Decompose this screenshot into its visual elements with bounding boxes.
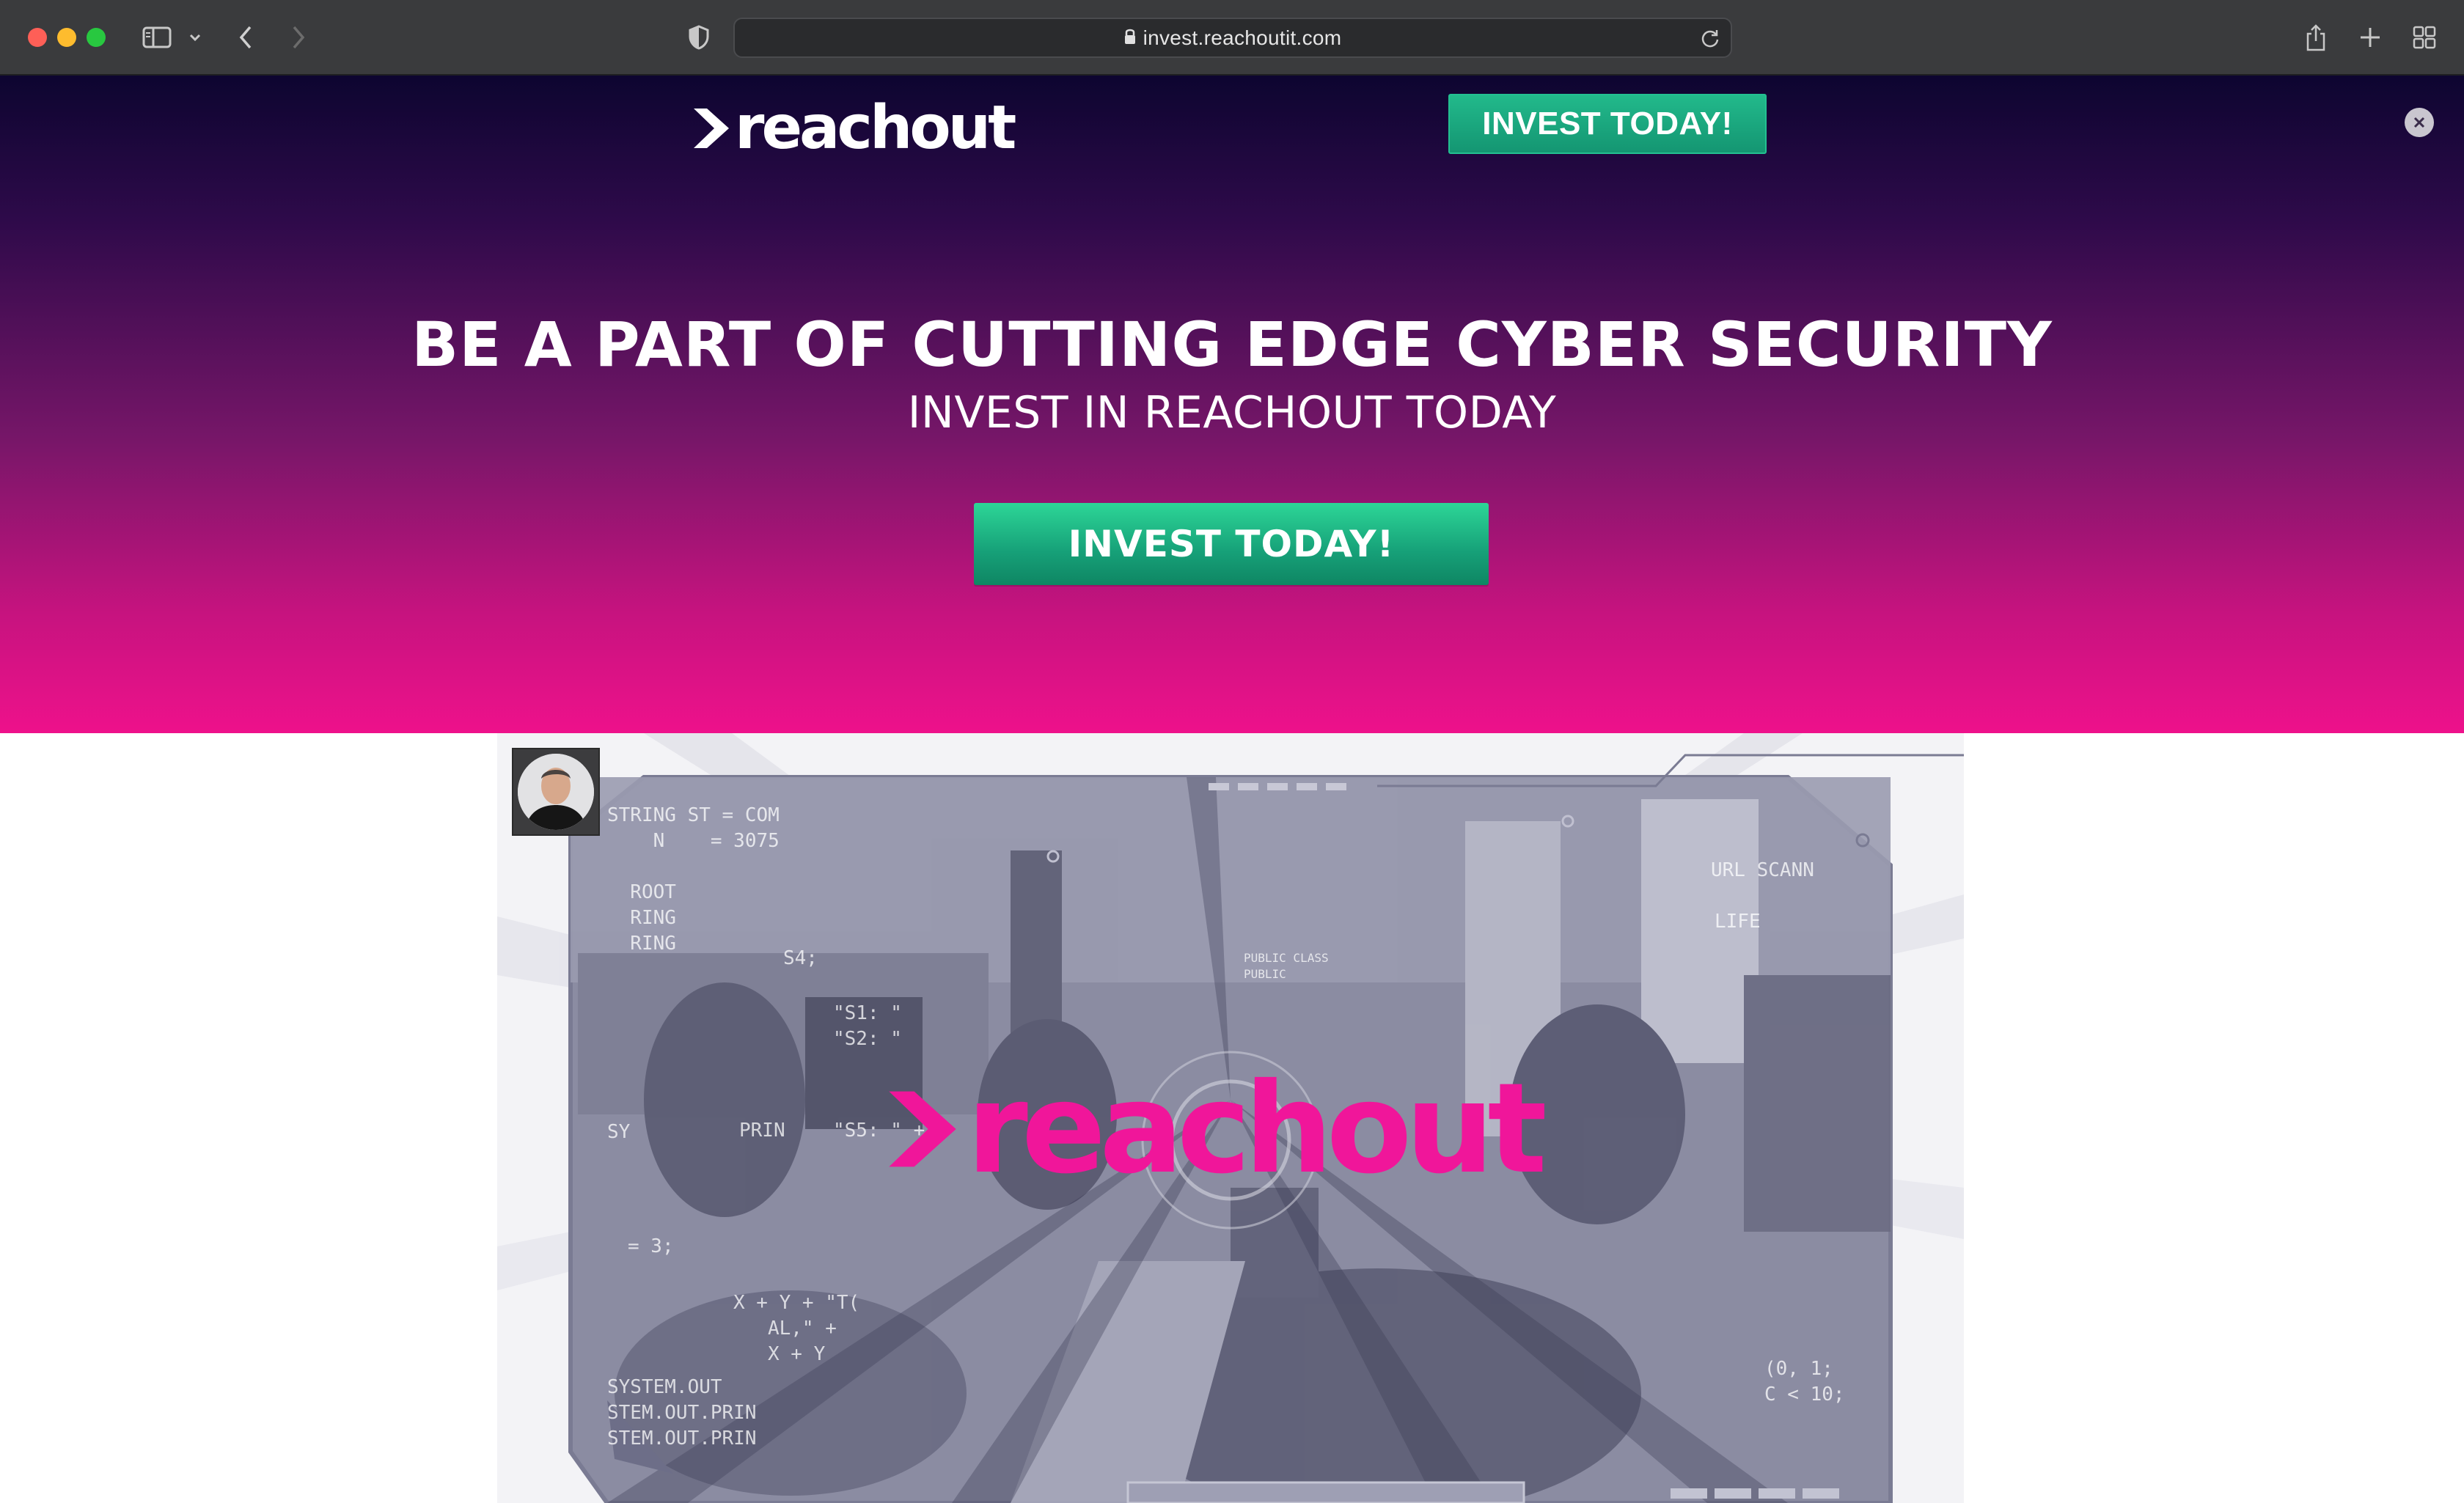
invest-today-header-button[interactable]: INVEST TODAY! xyxy=(1448,94,1767,154)
hero-title: BE A PART OF CUTTING EDGE CYBER SECURITY xyxy=(411,309,2053,381)
hud-code-text: SYSTEM.OUT STEM.OUT.PRIN STEM.OUT.PRIN xyxy=(607,1376,757,1450)
hud-code-text: PUBLIC CLASS PUBLIC xyxy=(1244,951,1329,981)
reachout-logo[interactable]: reachout xyxy=(692,93,1016,163)
address-bar[interactable]: invest.reachoutit.com xyxy=(733,18,1732,58)
presenter-avatar[interactable] xyxy=(512,748,600,836)
shield-icon[interactable] xyxy=(686,19,712,56)
sidebar-toggle-icon[interactable] xyxy=(141,19,173,56)
hud-code-text: SY xyxy=(607,1121,631,1143)
hud-code-text: URL SCANN xyxy=(1711,859,1814,881)
hud-code-text: = 3; xyxy=(628,1235,674,1257)
close-banner-button[interactable] xyxy=(2405,108,2434,137)
video-logo-text: reachout xyxy=(967,1056,1547,1202)
forward-icon[interactable] xyxy=(287,19,309,56)
lock-icon xyxy=(1124,27,1136,48)
close-window-button[interactable] xyxy=(28,28,47,47)
hud-code-text: S4; xyxy=(783,947,818,969)
url-text: invest.reachoutit.com xyxy=(1143,26,1342,49)
avatar-photo xyxy=(518,754,594,830)
hud-code-text: (0, 1; C < 10; xyxy=(1764,1358,1845,1406)
back-icon[interactable] xyxy=(235,19,257,56)
logo-chevron-icon xyxy=(889,1091,956,1167)
hud-code-text: STRING ST = COM N = 3075 ROOT RING RING xyxy=(607,804,780,955)
hero-subtitle: INVEST IN REACHOUT TODAY xyxy=(907,387,1557,438)
share-icon[interactable] xyxy=(2303,19,2329,56)
browser-toolbar: invest.reachoutit.com xyxy=(0,0,2464,76)
logo-chevron-icon xyxy=(694,109,729,148)
chevron-down-icon[interactable] xyxy=(186,19,204,56)
hud-code-text: LIFE xyxy=(1715,911,1761,933)
close-icon xyxy=(2413,117,2425,128)
zoom-window-button[interactable] xyxy=(87,28,106,47)
logo-text: reachout xyxy=(735,93,1016,163)
video-reachout-logo: reachout xyxy=(886,1056,1547,1202)
reload-icon[interactable] xyxy=(1700,28,1720,52)
tab-overview-icon[interactable] xyxy=(2411,19,2438,56)
invest-today-main-button[interactable]: INVEST TODAY! xyxy=(974,503,1489,585)
hud-code-text: "S1: " "S2: " xyxy=(833,1002,902,1051)
promo-video[interactable]: STRING ST = COM N = 3075 ROOT RING RING … xyxy=(497,733,1964,1503)
hud-code-text: X + Y + "T( AL," + X + Y xyxy=(733,1292,860,1366)
hero-banner: reachout INVEST TODAY! BE A PART OF CUTT… xyxy=(0,76,2464,733)
minimize-window-button[interactable] xyxy=(57,28,76,47)
new-tab-icon[interactable] xyxy=(2357,19,2383,56)
hud-code-text: PRIN xyxy=(739,1120,785,1142)
